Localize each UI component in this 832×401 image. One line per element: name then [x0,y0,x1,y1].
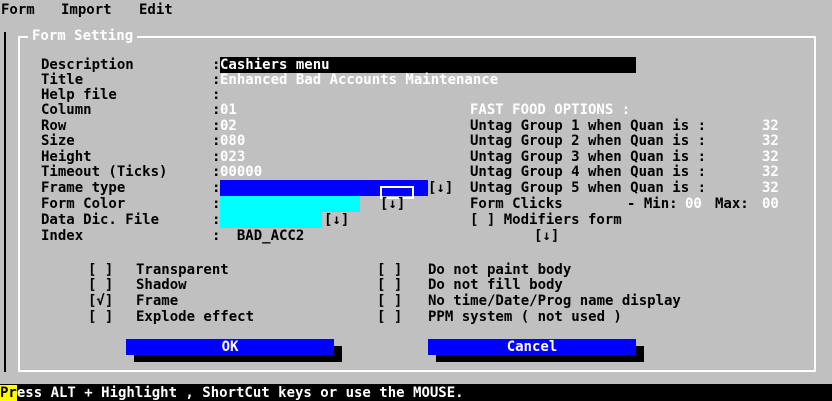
form-color-dropdown-arrow[interactable]: [↓] [380,196,405,212]
label-height: Height [41,149,92,165]
checkbox-frame[interactable]: [√] [88,293,113,309]
colon: : [212,87,221,103]
menu-edit[interactable]: Edit [139,2,173,18]
label-help-file: Help file [41,87,117,103]
checkbox-no-time-date-label: No time/Date/Prog name display [428,293,681,309]
checkbox-shadow[interactable]: [ ] [88,277,113,293]
frame-type-dropdown-arrow[interactable]: [↓] [428,180,453,196]
untag-group-1-label: Untag Group 1 when Quan is : [470,118,707,134]
checkbox-no-paint-body-label: Do not paint body [428,262,572,278]
untag-group-2-value[interactable]: 32 [762,133,779,149]
untag-group-5-value[interactable]: 32 [762,180,779,196]
untag-group-4-label: Untag Group 4 when Quan is : [470,164,707,180]
checkbox-no-paint-body[interactable]: [ ] [377,262,402,278]
checkbox-ppm-system-label: PPM system ( not used ) [428,309,622,325]
checkbox-frame-label: Frame [136,293,179,309]
modifiers-form-checkbox[interactable]: [ ] Modifiers form [470,212,622,228]
row-field[interactable]: 02 [220,118,237,134]
checkbox-transparent[interactable]: [ ] [88,262,113,278]
untag-group-5-label: Untag Group 5 when Quan is : [470,180,707,196]
menu-bar: Form Import Edit [0,0,832,18]
data-dic-dropdown-arrow[interactable]: [↓] [324,212,349,228]
untag-group-2-label: Untag Group 2 when Quan is : [470,133,707,149]
checkbox-explode-effect-label: Explode effect [136,309,255,325]
min-value[interactable]: 00 [685,196,702,212]
checkbox-explode-effect[interactable]: [ ] [88,309,113,325]
form-clicks-label: Form Clicks [470,196,563,212]
data-dic-value: BAD_ACC2 [236,228,305,244]
form-color-select[interactable]: List box [220,196,360,228]
label-timeout: Timeout (Ticks) [41,164,168,180]
form-title: Form Setting [28,28,138,44]
checkbox-no-fill-body-label: Do not fill body [428,277,563,293]
untag-group-4-value[interactable]: 32 [762,164,779,180]
fast-food-heading: FAST FOOD OPTIONS : [470,102,631,118]
label-description: Description [41,57,134,73]
label-form-color: Form Color [41,196,126,212]
status-bar: Press ALT + Highlight , ShortCut keys or… [0,384,832,401]
status-hotkey: Pr [0,385,17,401]
menu-form[interactable]: Form [1,2,35,18]
label-index: Index [41,228,84,244]
modifiers-dropdown-arrow[interactable]: [↓] [534,228,559,244]
checkbox-shadow-label: Shadow [136,277,187,293]
label-row: Row [41,118,67,134]
title-field[interactable]: Enhanced Bad Accounts Maintenance [220,72,498,88]
untag-group-3-label: Untag Group 3 when Quan is : [470,149,707,165]
height-field[interactable]: 023 [220,149,245,165]
label-frame-type: Frame type [41,180,126,196]
status-text: Press ALT + Highlight , ShortCut keys or… [0,385,464,401]
checkbox-ppm-system[interactable]: [ ] [377,309,402,325]
checkbox-transparent-label: Transparent [136,262,229,278]
min-label: - Min: [627,196,678,212]
size-field[interactable]: 080 [220,133,245,149]
ok-button[interactable]: OK [126,339,334,355]
label-size: Size [41,133,75,149]
timeout-field[interactable]: 00000 [220,164,262,180]
label-column: Column [41,102,92,118]
untag-group-3-value[interactable]: 32 [762,149,779,165]
label-title: Title [41,72,84,88]
description-field[interactable]: Cashiers menu [220,57,636,73]
max-value[interactable]: 00 [762,196,779,212]
checkbox-no-time-date[interactable]: [ ] [377,293,402,309]
untag-group-1-value[interactable]: 32 [762,118,779,134]
cancel-button[interactable]: Cancel [428,339,636,355]
label-data-dic: Data Dic. File [41,212,160,228]
checkbox-no-fill-body[interactable]: [ ] [377,277,402,293]
data-dic-field[interactable]: BAD_ACC2 [220,212,322,244]
max-label: Max: [715,196,749,212]
column-field[interactable]: 01 [220,102,237,118]
menu-import[interactable]: Import [61,2,112,18]
status-message: ess ALT + Highlight , ShortCut keys or u… [16,385,464,401]
